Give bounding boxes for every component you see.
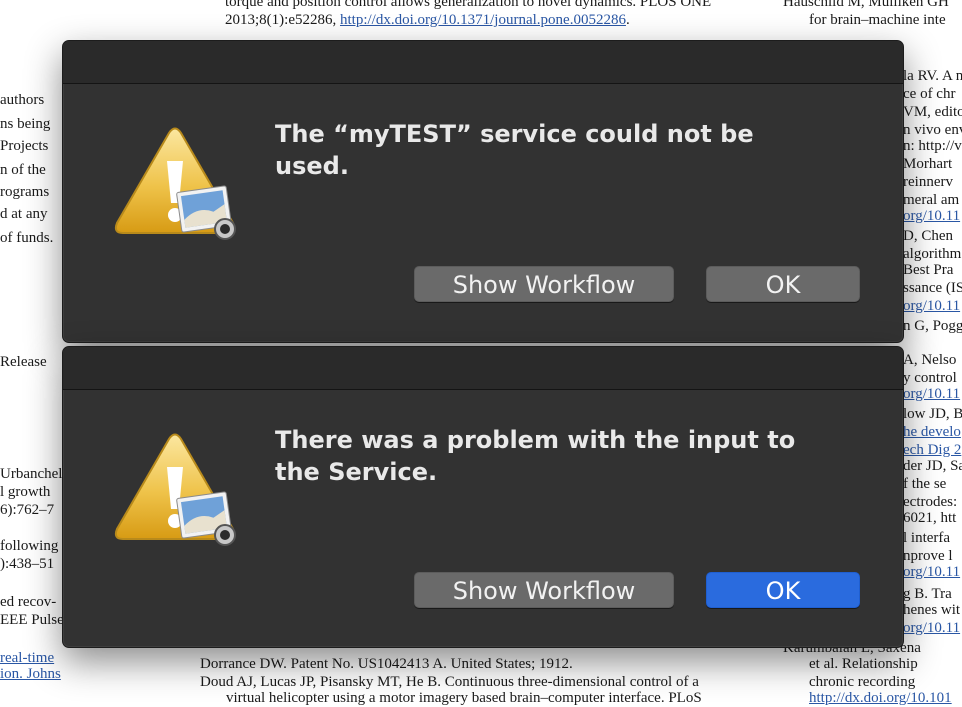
document-text-line: d at any: [0, 206, 48, 222]
document-text-line: torque and position control allows gener…: [225, 0, 712, 10]
show-workflow-button[interactable]: Show Workflow: [414, 572, 674, 608]
document-text-line: virtual helicopter using a motor imagery…: [226, 690, 702, 706]
document-text-line: ectrodes:: [903, 494, 958, 510]
document-text-line[interactable]: org/10.11: [903, 208, 960, 225]
document-text-line: Best Pra: [903, 262, 954, 278]
document-text-line: Urbanchel: [0, 466, 63, 482]
document-text-line: Morhart: [903, 156, 953, 172]
ok-button-default[interactable]: OK: [706, 572, 860, 608]
document-text-line: l interfa: [903, 530, 951, 546]
document-text-line: der JD, Sa: [903, 458, 962, 474]
document-text-line[interactable]: 2013;8(1):e52286, http://dx.doi.org/10.1…: [225, 12, 630, 29]
document-text-line: 6):762–7: [0, 502, 55, 518]
document-text-line[interactable]: ech Dig 2: [903, 442, 961, 459]
alert-message: The “myTEST” service could not be used.: [275, 120, 754, 180]
doi-link[interactable]: http://dx.doi.org/10.1371/journal.pone.0…: [340, 12, 626, 28]
document-text-line: A, Nelso: [903, 352, 957, 368]
document-text-line: EEE Pulse: [0, 612, 64, 628]
document-text-line: n of the: [0, 162, 46, 178]
document-text-line: 6021, htt: [903, 510, 957, 526]
document-text-line[interactable]: org/10.11: [903, 620, 960, 637]
document-text-line: Dorrance DW. Patent No. US1042413 A. Uni…: [200, 656, 573, 672]
alert-dialog-service-unavailable: The “myTEST” service could not be used. …: [62, 40, 904, 343]
document-text-line: Projects: [0, 138, 49, 154]
document-text-line: g B. Tra: [903, 586, 952, 602]
document-text-line: n G, Pogg: [903, 318, 962, 334]
document-text-line: ssance (IS: [903, 280, 962, 296]
document-text-line: n: http://v: [903, 138, 962, 154]
document-text-line: authors: [0, 92, 45, 108]
document-text-line: VM, edito: [903, 104, 962, 120]
show-workflow-button[interactable]: Show Workflow: [414, 266, 674, 302]
document-text-line: n vivo env: [903, 122, 962, 138]
document-text-line: reinnerv: [903, 174, 953, 190]
dialog-titlebar: [63, 41, 903, 84]
document-text-line: rograms: [0, 184, 50, 200]
document-text-line: D, Chen: [903, 228, 953, 244]
caution-triangle-icon: [114, 433, 236, 546]
document-text-line[interactable]: org/10.11: [903, 564, 960, 581]
document-text-line: Release: [0, 354, 47, 370]
document-text-line: algorithm: [903, 246, 962, 262]
document-text-line: meral am: [903, 192, 960, 208]
document-text-line: f the se: [903, 476, 947, 492]
document-text-line: ed recov-: [0, 594, 57, 610]
document-text-line: Doud AJ, Lucas JP, Pisansky MT, He B. Co…: [200, 674, 699, 690]
document-text-line: ):438–51: [0, 556, 55, 572]
document-text-line: of funds.: [0, 230, 54, 246]
caution-triangle-icon: [114, 127, 236, 240]
document-text-line: ce of chr: [903, 86, 956, 102]
document-text-line[interactable]: org/10.11: [903, 298, 960, 315]
document-text-line: nprove l: [903, 548, 953, 564]
document-text-line: y control: [903, 370, 957, 386]
document-text-line: l growth: [0, 484, 51, 500]
document-text-line: following: [0, 538, 59, 554]
document-text-line[interactable]: ion. Johns: [0, 666, 61, 683]
document-text-line: low JD, Bu: [903, 406, 962, 422]
document-text-line: et al. Relationship: [809, 656, 918, 672]
document-text-line[interactable]: real-time: [0, 650, 54, 667]
document-text-line: ns being: [0, 116, 51, 132]
document-text-line[interactable]: org/10.11: [903, 386, 960, 403]
dialog-titlebar: [63, 347, 903, 390]
document-text-line: henes wit: [903, 602, 961, 618]
document-text-line[interactable]: he develo: [903, 424, 961, 441]
document-text-line: for brain–machine inte: [809, 12, 946, 28]
alert-dialog-input-problem: There was a problem with the input to th…: [62, 346, 904, 648]
alert-message: There was a problem with the input to th…: [275, 426, 796, 486]
document-text-line: chronic recording: [809, 674, 916, 690]
document-text-line[interactable]: http://dx.doi.org/10.101: [809, 690, 952, 707]
document-text-line: Hauschild M, Mulliken GH: [783, 0, 949, 10]
document-text-line: la RV. A m: [903, 68, 962, 84]
ok-button[interactable]: OK: [706, 266, 860, 302]
